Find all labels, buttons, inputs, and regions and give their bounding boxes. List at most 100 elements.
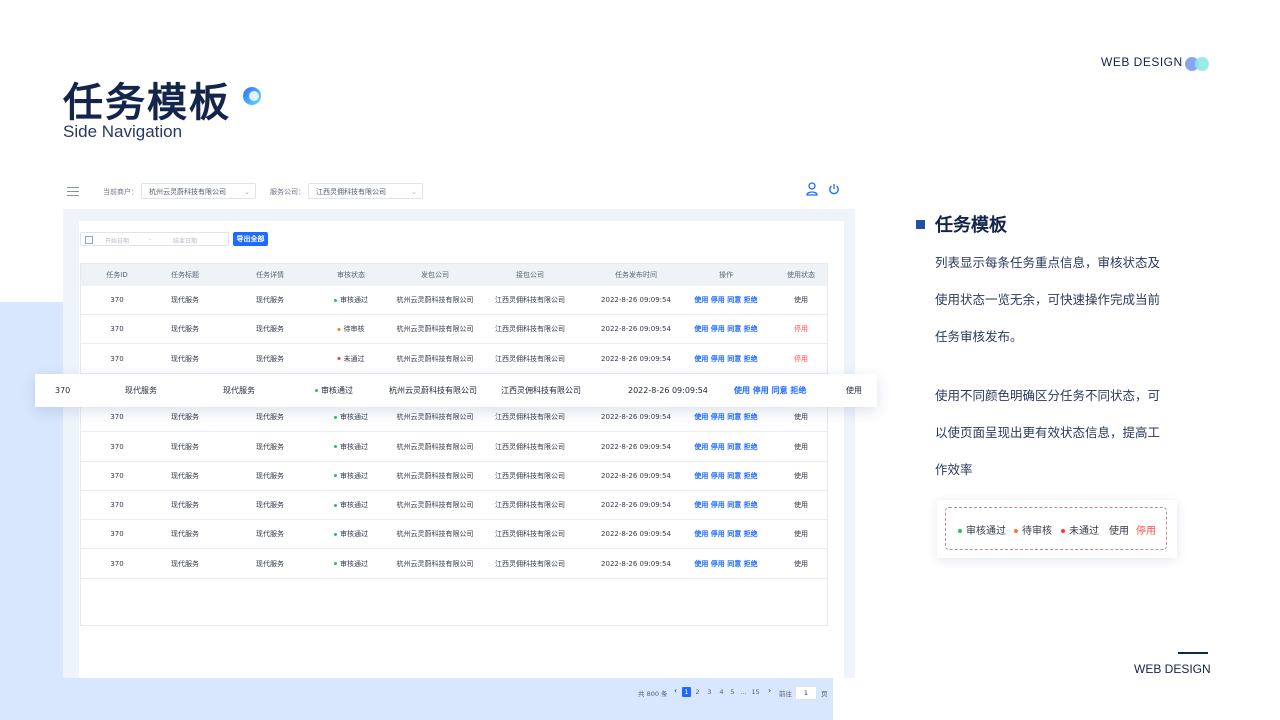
status-text: 审核通过 (340, 471, 368, 480)
row-time: 2022-8-26 09:09:54 (601, 559, 671, 568)
description-line: 使用不同颜色明确区分任务不同状态，可 (935, 388, 1161, 403)
row-sender: 杭州云灵蔚科技有限公司 (396, 413, 474, 422)
pagination-page[interactable]: 15 (751, 687, 760, 697)
menu-icon[interactable] (67, 187, 79, 197)
title-accent-dot (243, 87, 261, 105)
status-dot (337, 357, 341, 361)
row-actions[interactable]: 使用 停用 同意 拒绝 (694, 286, 757, 315)
row-status: 审核通过 (315, 374, 353, 407)
service-value: 江西灵佣科技有限公司 (316, 188, 386, 196)
table-row[interactable]: 370 现代服务 现代服务 审核通过 杭州云灵蔚科技有限公司 江西灵佣科技有限公司 2022… (81, 550, 827, 579)
row-actions[interactable]: 使用 停用 同意 拒绝 (694, 550, 757, 579)
table-row[interactable]: 370 现代服务 现代服务 审核通过 杭州云灵蔚科技有限公司 江西灵佣科技有限公司 2022… (81, 433, 827, 462)
row-receiver: 江西灵佣科技有限公司 (495, 501, 565, 510)
row-actions[interactable]: 使用 停用 同意 拒绝 (694, 462, 757, 491)
goto-page-input[interactable]: 1 (795, 686, 817, 700)
row-title: 现代服务 (171, 296, 199, 304)
merchant-select[interactable]: 杭州云灵蔚科技有限公司 ⌄ (141, 183, 256, 199)
row-usage: 使用 (794, 501, 808, 510)
start-date-input[interactable]: 开始日期 (105, 236, 129, 245)
status-dot (334, 562, 337, 566)
table-row[interactable]: 370 现代服务 现代服务 未通过 杭州云灵蔚科技有限公司 江西灵佣科技有限公司 2022-… (81, 345, 827, 374)
table-row[interactable]: 370 现代服务 现代服务 待审核 杭州云灵蔚科技有限公司 江西灵佣科技有限公司 2022-… (81, 315, 827, 345)
user-icon[interactable] (806, 182, 818, 196)
row-status: 审核通过 (334, 491, 368, 520)
row-detail: 现代服务 (256, 296, 284, 304)
row-time: 2022-8-26 09:09:54 (601, 296, 671, 304)
row-actions[interactable]: 使用 停用 同意 拒绝 (694, 315, 757, 344)
row-sender: 杭州云灵蔚科技有限公司 (396, 442, 474, 451)
table-row[interactable]: 370 现代服务 现代服务 审核通过 杭州云灵蔚科技有限公司 江西灵佣科技有限公司 2022… (81, 403, 827, 433)
row-actions[interactable]: 使用 停用 同意 拒绝 (734, 374, 806, 407)
column-header: 任务详情 (256, 271, 284, 279)
row-detail: 现代服务 (223, 386, 255, 395)
row-time: 2022-8-26 09:09:54 (601, 471, 671, 480)
table-row[interactable]: 370 现代服务 现代服务 审核通过 杭州云灵蔚科技有限公司 江西灵佣科技有限公司 2022… (81, 286, 827, 315)
legend-label: 待审核 (1022, 526, 1052, 537)
table-row[interactable]: 370 现代服务 现代服务 审核通过 杭州云灵蔚科技有限公司 江西灵佣科技有限公司 2022… (81, 491, 827, 521)
legend-approved: 审核通过 (958, 522, 1006, 537)
highlighted-table-row[interactable]: 370 现代服务 现代服务 审核通过 杭州云灵蔚科技有限公司 江西灵佣科技有限公… (35, 374, 877, 407)
power-icon[interactable] (828, 183, 840, 195)
row-status: 审核通过 (334, 550, 368, 579)
status-text: 审核通过 (340, 501, 368, 510)
status-dot (334, 474, 337, 478)
row-detail: 现代服务 (256, 325, 284, 334)
table-row[interactable]: 370 现代服务 现代服务 审核通过 杭州云灵蔚科技有限公司 江西灵佣科技有限公司 2022… (81, 520, 827, 550)
status-dot (315, 389, 318, 392)
pagination-page[interactable]: 2 (693, 687, 702, 697)
column-header: 审核状态 (337, 271, 365, 279)
row-title: 现代服务 (171, 530, 199, 539)
row-usage: 停用 (794, 354, 808, 363)
row-sender: 杭州云灵蔚科技有限公司 (396, 325, 474, 334)
service-select[interactable]: 江西灵佣科技有限公司 ⌄ (308, 183, 423, 199)
row-actions[interactable]: 使用 停用 同意 拒绝 (694, 345, 757, 374)
row-receiver: 江西灵佣科技有限公司 (495, 442, 565, 451)
end-date-input[interactable]: 结束日期 (173, 236, 197, 245)
row-title: 现代服务 (171, 471, 199, 480)
row-time: 2022-8-26 09:09:54 (601, 325, 671, 334)
date-range-picker[interactable]: 开始日期 - 结束日期 (80, 232, 229, 246)
chevron-right-icon[interactable]: › (768, 686, 771, 695)
row-receiver: 江西灵佣科技有限公司 (495, 559, 565, 568)
description-line: 列表显示每条任务重点信息，审核状态及 (935, 255, 1161, 270)
description-paragraph-2: 使用不同颜色明确区分任务不同状态，可 以使页面呈现出更有效状态信息，提高工 作效… (935, 377, 1180, 488)
task-table: 任务ID 任务标题 任务详情 审核状态 发包公司 接包公司 任务发布时间 操作 … (80, 263, 828, 626)
pagination-page[interactable]: 1 (682, 687, 691, 697)
description-line: 任务审核发布。 (935, 329, 1023, 344)
row-title: 现代服务 (171, 442, 199, 451)
row-sender: 杭州云灵蔚科技有限公司 (396, 559, 474, 568)
table-row[interactable]: 370 现代服务 现代服务 审核通过 杭州云灵蔚科技有限公司 江西灵佣科技有限公司 2022… (81, 462, 827, 491)
pagination-total: 共 800 条 (638, 690, 668, 698)
row-title: 现代服务 (171, 325, 199, 334)
export-all-button[interactable]: 导出全部 (233, 232, 268, 246)
row-actions[interactable]: 使用 停用 同意 拒绝 (694, 403, 757, 432)
row-detail: 现代服务 (256, 559, 284, 568)
row-receiver: 江西灵佣科技有限公司 (495, 530, 565, 539)
column-header: 操作 (719, 271, 733, 279)
description-paragraph-1: 列表显示每条任务重点信息，审核状态及 使用状态一览无余，可快速操作完成当前 任务… (935, 244, 1180, 355)
merchant-value: 杭州云灵蔚科技有限公司 (149, 188, 226, 196)
row-sender: 杭州云灵蔚科技有限公司 (396, 501, 474, 510)
status-text: 待审核 (343, 325, 365, 334)
description-line: 以使页面呈现出更有效状态信息，提高工 (935, 425, 1161, 440)
row-actions[interactable]: 使用 停用 同意 拒绝 (694, 433, 757, 462)
row-id: 370 (55, 386, 71, 395)
status-legend: 审核通过 待审核 未通过 使用 停用 (937, 500, 1177, 558)
status-text: 审核通过 (340, 442, 368, 451)
pagination-page[interactable]: 4 (717, 687, 726, 697)
status-text: 审核通过 (340, 530, 368, 539)
row-receiver: 江西灵佣科技有限公司 (495, 354, 565, 363)
row-receiver: 江西灵佣科技有限公司 (495, 471, 565, 480)
legend-pending: 待审核 (1014, 522, 1052, 537)
pagination-page[interactable]: 5 (728, 687, 737, 697)
row-actions[interactable]: 使用 停用 同意 拒绝 (694, 491, 757, 520)
pagination-page[interactable]: 3 (705, 687, 714, 697)
chevron-left-icon[interactable]: ‹ (674, 686, 677, 695)
legend-label: 未通过 (1069, 526, 1099, 537)
status-text: 审核通过 (340, 413, 368, 422)
row-time: 2022-8-26 09:09:54 (601, 413, 671, 422)
page-title: 任务模板 (63, 80, 231, 126)
row-id: 370 (110, 530, 124, 539)
row-actions[interactable]: 使用 停用 同意 拒绝 (694, 520, 757, 549)
